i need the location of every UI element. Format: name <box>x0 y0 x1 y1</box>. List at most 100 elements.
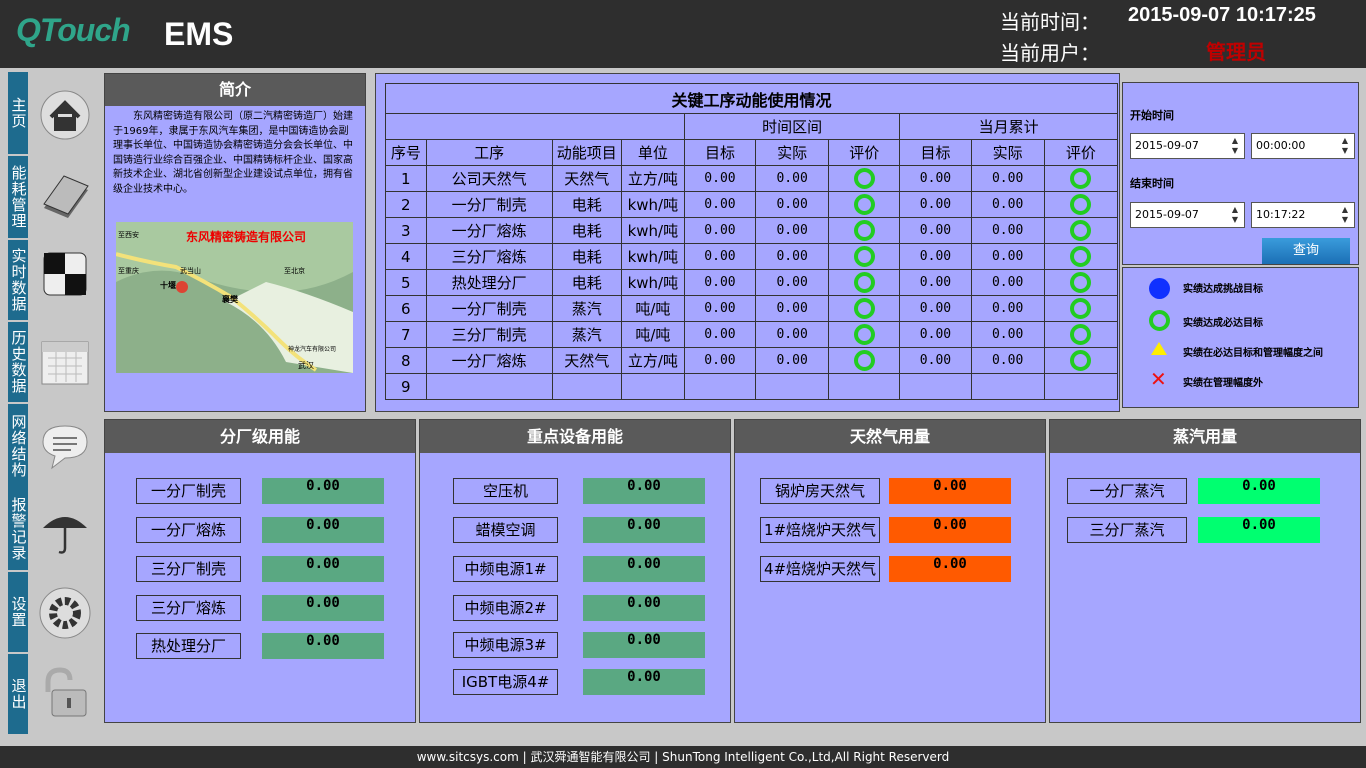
app-name: EMS <box>164 16 234 52</box>
row-month-target: 0.00 <box>899 217 972 244</box>
end-time-label: 结束时间 <box>1130 177 1174 190</box>
row-no: 7 <box>385 321 427 348</box>
row-month-target: 0.00 <box>899 191 972 218</box>
row-eval <box>828 269 901 296</box>
row-no: 3 <box>385 217 427 244</box>
map-label: 至北京 <box>284 267 305 275</box>
start-time-label: 开始时间 <box>1130 109 1174 122</box>
group-month: 当月累计 <box>899 113 1118 140</box>
end-time-spinner[interactable]: ▲ ▼ <box>1338 205 1352 225</box>
section-item-value: 0.00 <box>1198 517 1320 543</box>
nav-6-button[interactable]: 设置 <box>8 572 28 652</box>
section-item-label: 中频电源3# <box>453 632 558 658</box>
book-icon[interactable] <box>38 170 92 224</box>
group-time: 时间区间 <box>683 113 901 140</box>
row-item: 蒸汽 <box>551 321 622 348</box>
row-item: 电耗 <box>551 269 622 296</box>
row-target <box>683 373 757 400</box>
row-actual: 0.00 <box>755 347 830 374</box>
section-item-label: 锅炉房天然气 <box>760 478 880 504</box>
row-eval <box>828 191 901 218</box>
start-date-input[interactable]: 2015-09-07 ▲ ▼ <box>1130 133 1245 159</box>
time-label: 当前时间： <box>1000 10 1100 34</box>
blue-dot-icon <box>1149 278 1170 299</box>
row-process: 一分厂制壳 <box>425 295 553 322</box>
unlock-icon[interactable] <box>38 666 92 720</box>
section-item-label: 热处理分厂 <box>136 633 241 659</box>
table-row: 2 一分厂制壳 电耗 kwh/吨 0.00 0.00 0.00 0.00 <box>385 191 1119 218</box>
row-actual: 0.00 <box>755 191 830 218</box>
row-target: 0.00 <box>683 295 757 322</box>
section-item-value: 0.00 <box>262 478 384 504</box>
section-item-value: 0.00 <box>583 632 705 658</box>
calendar-icon[interactable] <box>38 334 92 388</box>
row-month-eval <box>1043 191 1119 218</box>
column-header: 工序 <box>425 139 553 166</box>
row-actual: 0.00 <box>755 321 830 348</box>
nav-2-button[interactable]: 实时数据 <box>8 240 28 320</box>
nav-7-button[interactable]: 退出 <box>8 654 28 734</box>
green-ring-icon <box>1149 310 1170 331</box>
end-date-input[interactable]: 2015-09-07 ▲ ▼ <box>1130 202 1245 228</box>
gear-icon[interactable] <box>38 586 92 640</box>
section-item-value: 0.00 <box>262 556 384 582</box>
row-process: 三分厂制壳 <box>425 321 553 348</box>
row-month-actual: 0.00 <box>970 347 1045 374</box>
nav-0-button[interactable]: 主页 <box>8 72 28 154</box>
map-label: 至西安 <box>118 231 139 239</box>
section-panel-3: 蒸汽用量 一分厂蒸汽 0.00 三分厂蒸汽 0.00 <box>1049 419 1361 723</box>
chat-icon[interactable] <box>38 420 92 474</box>
nav-3-button[interactable]: 历史数据 <box>8 322 28 402</box>
row-actual: 0.00 <box>755 269 830 296</box>
row-unit: kwh/吨 <box>620 243 685 270</box>
row-month-eval <box>1043 295 1119 322</box>
map-label: 至重庆 <box>118 267 139 275</box>
row-month-target: 0.00 <box>899 243 972 270</box>
start-time-spinner[interactable]: ▲ ▼ <box>1338 136 1352 156</box>
table-row: 4 三分厂熔炼 电耗 kwh/吨 0.00 0.00 0.00 0.00 <box>385 243 1119 270</box>
row-target: 0.00 <box>683 269 757 296</box>
row-month-eval <box>1043 373 1119 400</box>
green-ring-icon <box>853 298 875 319</box>
green-ring-icon <box>853 246 875 267</box>
end-time-input[interactable]: 10:17:22 ▲ ▼ <box>1251 202 1355 228</box>
column-header: 评价 <box>1043 139 1119 166</box>
intro-text: 东风精密铸造有限公司（原二汽精密铸造厂）始建于1969年，隶属于东风汽车集团，是… <box>113 111 353 195</box>
section-item-label: 中频电源2# <box>453 595 558 621</box>
map-title: 东风精密铸造有限公司 <box>186 230 307 244</box>
key-process-table: 关键工序动能使用情况 时间区间 当月累计 序号 工序 动能项目 单位 目标 实际 评价 目标 实际… <box>385 83 1119 400</box>
intro-panel: 简介 东风精密铸造有限公司（原二汽精密铸造厂）始建于1969年，隶属于东风汽车集… <box>104 73 366 412</box>
row-unit: 吨/吨 <box>620 321 685 348</box>
checker-icon[interactable] <box>38 247 92 301</box>
legend-text: 实绩达成挑战目标 <box>1183 284 1263 295</box>
user-label: 当前用户： <box>1000 41 1100 65</box>
row-process: 热处理分厂 <box>425 269 553 296</box>
nav-5-button[interactable]: 报警记录 <box>8 488 28 570</box>
nav-1-button[interactable]: 能耗管理 <box>8 156 28 238</box>
nav-4-button[interactable]: 网络结构 <box>8 404 28 488</box>
start-date-spinner[interactable]: ▲ ▼ <box>1228 136 1242 156</box>
legend-text: 实绩在管理幅度外 <box>1183 378 1263 389</box>
row-unit: kwh/吨 <box>620 217 685 244</box>
query-button[interactable]: 查询 <box>1262 238 1350 264</box>
row-eval <box>828 243 901 270</box>
umbrella-icon[interactable] <box>38 504 92 558</box>
row-process: 一分厂制壳 <box>425 191 553 218</box>
row-process <box>425 373 553 400</box>
start-time-input[interactable]: 00:00:00 ▲ ▼ <box>1251 133 1355 159</box>
home-icon[interactable] <box>38 88 92 142</box>
row-month-actual: 0.00 <box>970 269 1045 296</box>
green-ring-icon <box>853 272 875 293</box>
map-label: 十堰 <box>160 281 176 290</box>
end-date-spinner[interactable]: ▲ ▼ <box>1228 205 1242 225</box>
section-item-value: 0.00 <box>262 633 384 659</box>
column-header: 动能项目 <box>551 139 622 166</box>
row-actual: 0.00 <box>755 165 830 192</box>
section-item-label: 三分厂蒸汽 <box>1067 517 1187 543</box>
section-item-label: 三分厂制壳 <box>136 556 241 582</box>
table-row: 8 一分厂熔炼 天然气 立方/吨 0.00 0.00 0.00 0.00 <box>385 347 1119 374</box>
row-no: 9 <box>385 373 427 400</box>
row-eval <box>828 295 901 322</box>
qtouch-logo: QTouch <box>16 12 131 48</box>
header-bar: QTouch EMS 当前时间： 2015-09-07 10:17:25 当前用… <box>0 0 1366 68</box>
